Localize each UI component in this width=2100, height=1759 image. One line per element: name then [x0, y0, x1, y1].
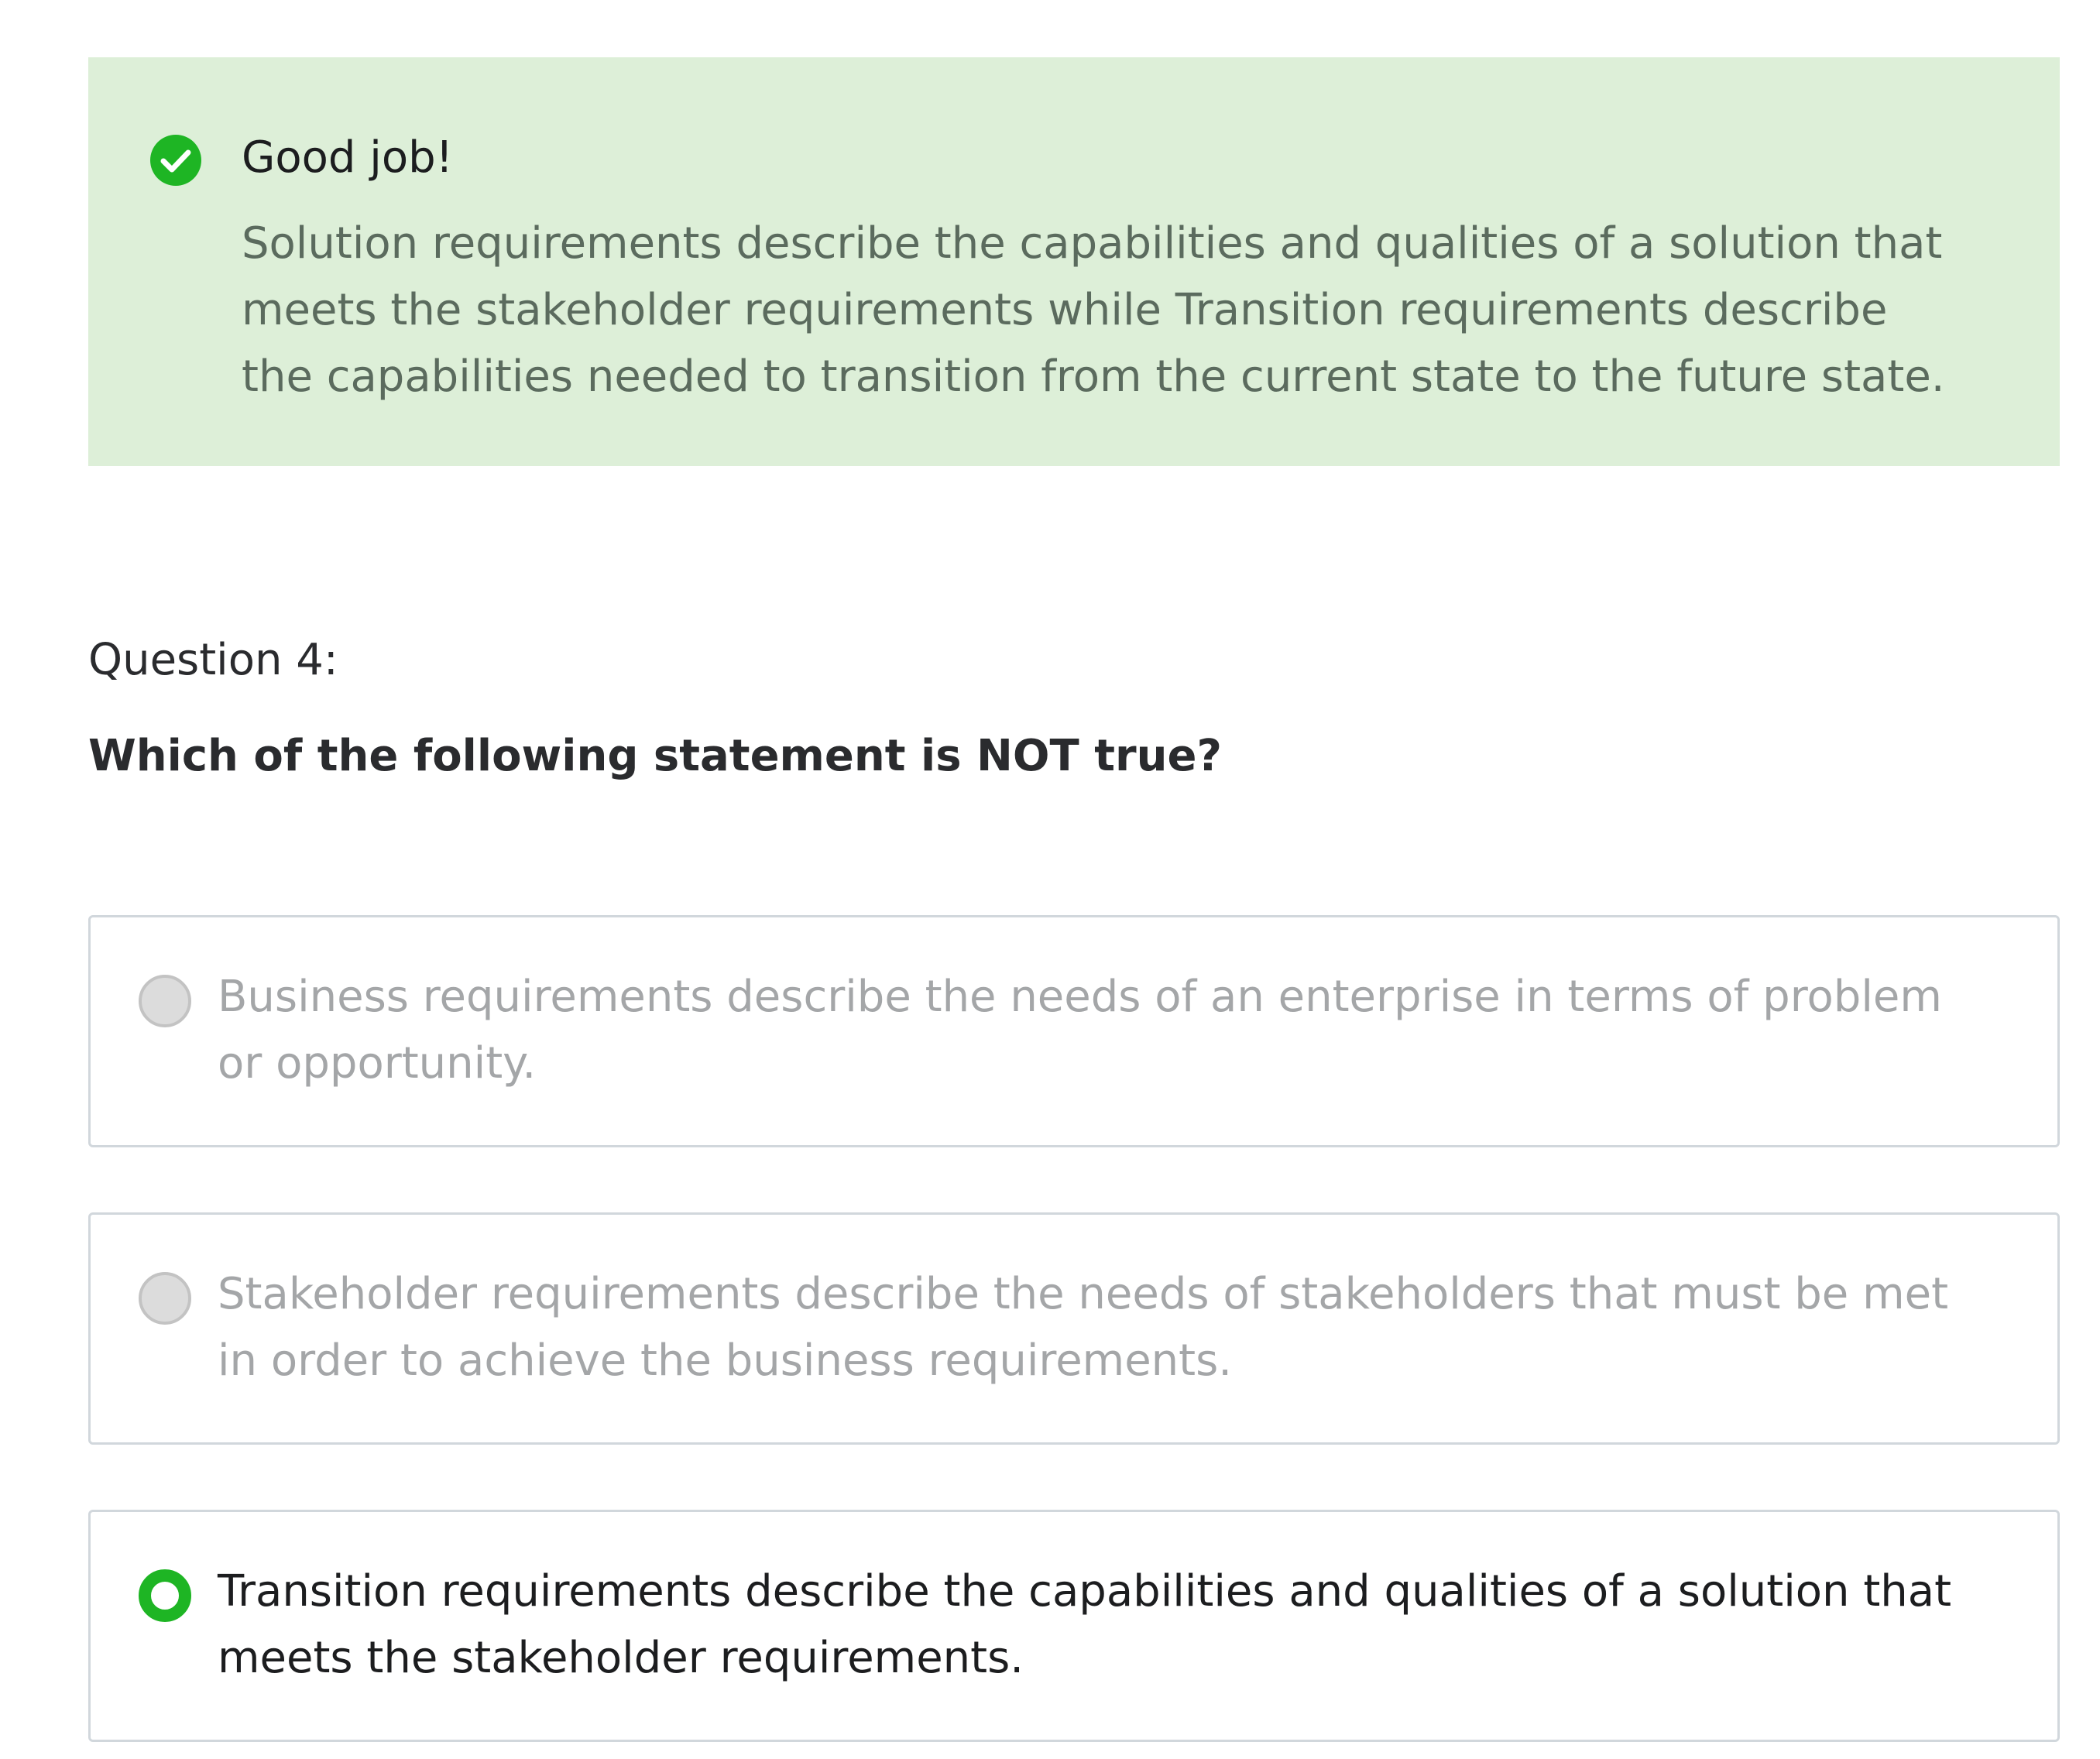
answer-option[interactable]: Stakeholder requirements describe the ne… [88, 1212, 2060, 1445]
answer-option-text: Transition requirements describe the cap… [218, 1558, 1951, 1692]
check-circle-icon [150, 135, 201, 186]
answer-option-line: meets the stakeholder requirements. [218, 1633, 1024, 1683]
answer-option[interactable]: Business requirements describe the needs… [88, 915, 2060, 1147]
answer-option-line: Business requirements describe the needs… [218, 972, 1942, 1022]
feedback-explanation-line: Solution requirements describe the capab… [242, 218, 1943, 269]
feedback-explanation-line: meets the stakeholder requirements while… [242, 285, 1888, 335]
feedback-explanation-line: the capabilities needed to transition fr… [242, 351, 1945, 402]
radio-button[interactable] [139, 1272, 191, 1325]
answer-option-line: or opportunity. [218, 1038, 537, 1089]
answer-option-selected[interactable]: Transition requirements describe the cap… [88, 1510, 2060, 1742]
answer-option-line: Stakeholder requirements describe the ne… [218, 1269, 1949, 1319]
feedback-banner: Good job! Solution requirements describe… [88, 57, 2060, 466]
answer-option-text: Business requirements describe the needs… [218, 964, 1942, 1097]
question-number: Question 4: [88, 635, 338, 685]
feedback-explanation: Solution requirements describe the capab… [242, 211, 2015, 410]
feedback-title: Good job! [242, 132, 454, 183]
question-prompt: Which of the following statement is NOT … [88, 731, 1222, 781]
answer-option-line: Transition requirements describe the cap… [218, 1566, 1952, 1617]
answer-option-line: in order to achieve the business require… [218, 1336, 1233, 1386]
answer-option-text: Stakeholder requirements describe the ne… [218, 1261, 1948, 1394]
radio-button-selected[interactable] [139, 1569, 191, 1622]
radio-button[interactable] [139, 975, 191, 1027]
